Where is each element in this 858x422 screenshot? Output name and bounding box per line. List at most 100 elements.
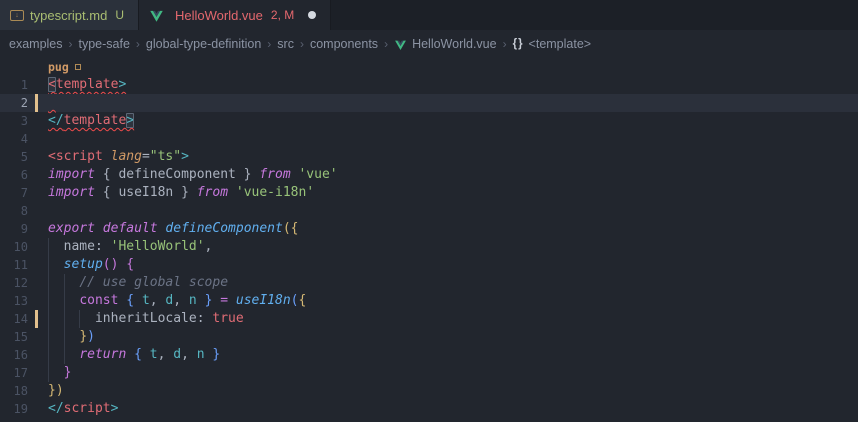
line-number[interactable]: 17 (0, 364, 28, 382)
line-number[interactable]: 8 (0, 202, 28, 220)
code-token: = (142, 149, 150, 164)
code-text: </template> (48, 112, 134, 130)
code-line-9[interactable]: 9export default defineComponent({ (0, 220, 858, 238)
git-modified-marker[interactable] (35, 94, 38, 112)
code-token: > (126, 113, 134, 128)
code-line-7[interactable]: 7 import { useI18n } from 'vue-i18n' (0, 184, 858, 202)
code-line-6[interactable]: 6 import { defineComponent } from 'vue' (0, 166, 858, 184)
code-token (142, 347, 150, 362)
tab-typescript-md[interactable]: ↓ typescript.md U (0, 0, 139, 30)
code-text: }) (48, 328, 95, 346)
code-token: const (79, 293, 118, 308)
line-number[interactable]: 10 (0, 238, 28, 256)
code-text: <script lang="ts"> (48, 148, 189, 166)
line-number[interactable]: 15 (0, 328, 28, 346)
code-token: > (118, 77, 126, 92)
line-number[interactable]: 7 (0, 184, 28, 202)
code-line-5[interactable]: 5 <script lang="ts"> (0, 148, 858, 166)
line-number[interactable]: 4 (0, 130, 28, 148)
line-number[interactable]: 11 (0, 256, 28, 274)
breadcrumb-item-src[interactable]: src (277, 37, 294, 51)
code-token: d (173, 347, 181, 362)
code-line-8[interactable]: 8 (0, 202, 858, 220)
line-number[interactable]: 12 (0, 274, 28, 292)
code-line-3[interactable]: 3 </template> (0, 112, 858, 130)
code-token: { (95, 185, 118, 200)
breadcrumb-item-components[interactable]: components (310, 37, 378, 51)
breadcrumb-item-type-safe[interactable]: type-safe (79, 37, 130, 51)
code-text: <template> (48, 76, 126, 94)
code-token: { (291, 221, 299, 236)
code-line-1[interactable]: 1 <template> (0, 76, 858, 94)
code-token (228, 293, 236, 308)
code-line-14[interactable]: 14 inheritLocale: true (0, 310, 858, 328)
code-token: ) (87, 329, 95, 344)
code-token: // use global scope (79, 275, 228, 290)
line-number[interactable]: 5 (0, 148, 28, 166)
code-token (197, 293, 205, 308)
breadcrumb-separator: › (503, 37, 507, 51)
code-token: , (150, 293, 166, 308)
code-line-16[interactable]: 16 return { t, d, n } (0, 346, 858, 364)
code-token: setup (64, 257, 103, 272)
code-line-13[interactable]: 13 const { t, d, n } = useI18n({ (0, 292, 858, 310)
vue-icon (394, 39, 407, 52)
template-lang-hint[interactable]: pug (0, 58, 858, 76)
breadcrumb-item-examples[interactable]: examples (9, 37, 63, 51)
git-modified-marker[interactable] (35, 310, 38, 328)
code-token: return (79, 347, 126, 362)
line-number[interactable]: 13 (0, 292, 28, 310)
code-token: } (173, 185, 196, 200)
line-number[interactable]: 19 (0, 400, 28, 418)
code-token (95, 221, 103, 236)
code-token: n (189, 293, 197, 308)
code-token: 'vue-i18n' (236, 185, 314, 200)
code-line-17[interactable]: 17 } (0, 364, 858, 382)
line-number[interactable]: 2 (0, 94, 28, 112)
tab-label: typescript.md (30, 8, 107, 23)
tab-helloworld-vue[interactable]: HelloWorld.vue 2, M (139, 0, 331, 30)
line-number[interactable]: 3 (0, 112, 28, 130)
breadcrumb-separator: › (300, 37, 304, 51)
git-status-badge: U (115, 8, 124, 22)
tab-bar: ↓ typescript.md U HelloWorld.vue 2, M (0, 0, 858, 30)
breadcrumb-item-global-type-definition[interactable]: global-type-definition (146, 37, 261, 51)
code-token: "ts" (150, 149, 181, 164)
line-number[interactable]: 9 (0, 220, 28, 238)
unsaved-changes-dot[interactable] (308, 11, 316, 19)
code-line-12[interactable]: 12 // use global scope (0, 274, 858, 292)
line-number[interactable]: 16 (0, 346, 28, 364)
code-text: import { useI18n } from 'vue-i18n' (48, 184, 314, 202)
code-token: from (259, 167, 290, 182)
code-editor[interactable]: pug 1 <template> 2 3 </template> 45 <script l… (0, 58, 858, 418)
breadcrumb-item-template-symbol[interactable]: <template> (529, 37, 592, 51)
code-text: setup() { (48, 256, 134, 274)
code-line-11[interactable]: 11 setup() { (0, 256, 858, 274)
code-token: , (158, 347, 174, 362)
code-token: } (79, 329, 87, 344)
breadcrumb-item-file[interactable]: HelloWorld.vue (412, 37, 497, 51)
line-number[interactable]: 18 (0, 382, 28, 400)
code-line-4[interactable]: 4 (0, 130, 858, 148)
code-token: inheritLocale (48, 311, 197, 326)
code-line-15[interactable]: 15 }) (0, 328, 858, 346)
code-token: ) (56, 383, 64, 398)
code-token: , (181, 347, 197, 362)
code-token: import (48, 167, 95, 182)
symbol-braces-icon: {} (513, 38, 524, 50)
markdown-icon: ↓ (10, 10, 24, 21)
line-number[interactable]: 14 (0, 310, 28, 328)
code-line-10[interactable]: 10 name: 'HelloWorld', (0, 238, 858, 256)
line-number[interactable]: 6 (0, 166, 28, 184)
code-token: > (181, 149, 189, 164)
code-token: , (173, 293, 189, 308)
code-token: true (212, 311, 243, 326)
line-number[interactable]: 1 (0, 76, 28, 94)
code-text: import { defineComponent } from 'vue' (48, 166, 338, 184)
code-token (48, 293, 79, 308)
template-lang-label: pug (48, 58, 69, 76)
code-line-19[interactable]: 19</script> (0, 400, 858, 418)
code-line-18[interactable]: 18}) (0, 382, 858, 400)
code-line-2[interactable]: 2 (0, 94, 858, 112)
code-token (48, 365, 64, 380)
